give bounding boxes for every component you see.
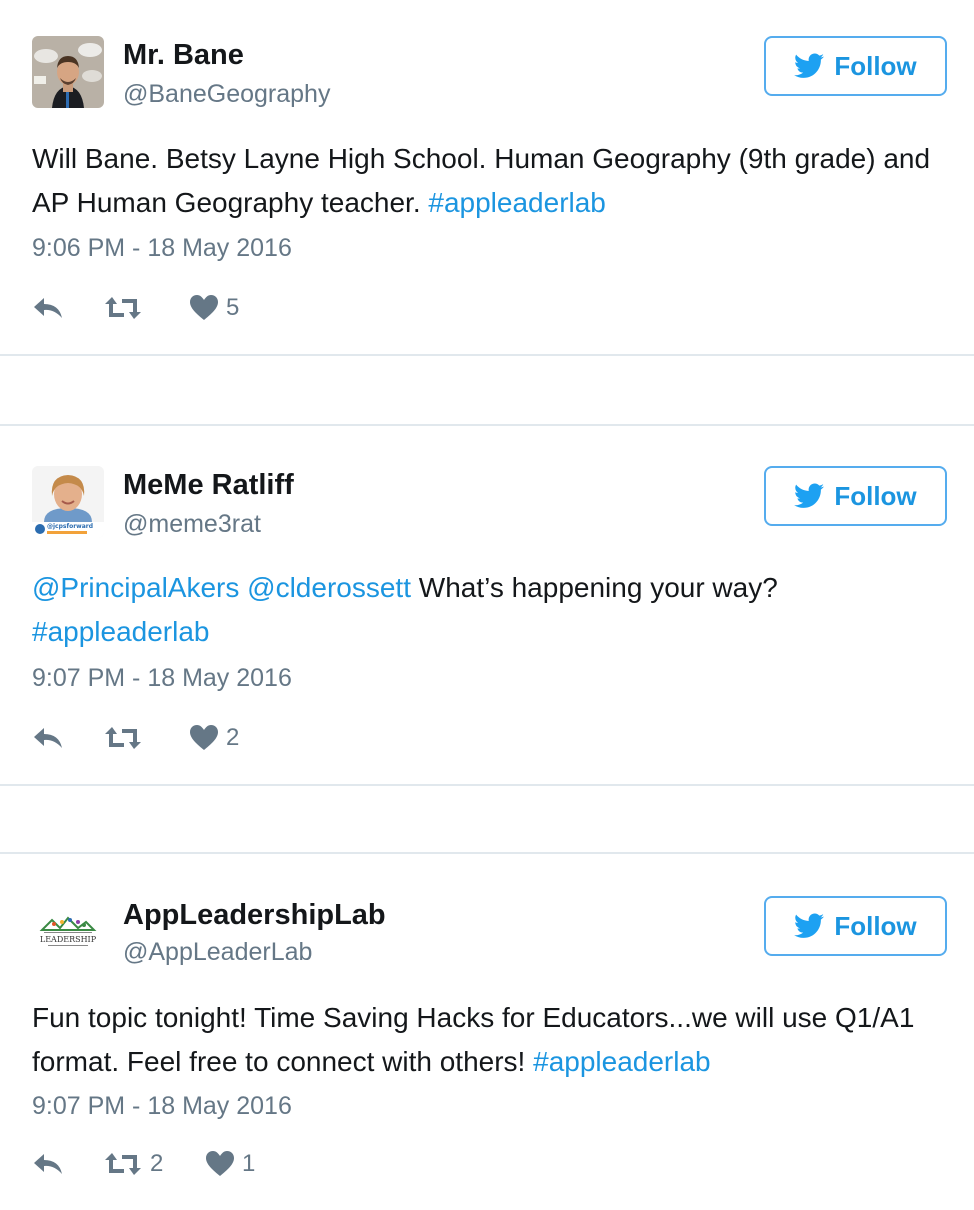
- tweet-text-segment: What’s happening your way?: [410, 572, 778, 603]
- reply-button[interactable]: [32, 726, 104, 750]
- like-count: 5: [226, 294, 240, 321]
- tweet-card: Mr. Bane @BaneGeography Follow Will Bane…: [0, 0, 974, 354]
- leadership-logo-icon: LEADERSHIP: [32, 898, 104, 970]
- avatar-badge-text: @jcpsforward: [47, 523, 93, 530]
- tweet-card: @jcpsforward MeMe Ratliff @meme3rat Foll…: [0, 426, 974, 784]
- tweet-text-segment: [239, 572, 247, 603]
- mention-link[interactable]: @PrincipalAkers: [32, 572, 239, 603]
- retweet-icon: [105, 727, 141, 749]
- display-name[interactable]: Mr. Bane: [123, 39, 244, 72]
- hashtag-link[interactable]: #appleaderlab: [32, 616, 210, 647]
- like-count: 2: [226, 724, 240, 751]
- tweet-card: LEADERSHIP AppLeadershipLab @AppLeaderLa…: [0, 854, 974, 1210]
- tweet-timestamp[interactable]: 9:07 PM - 18 May 2016: [32, 664, 292, 693]
- reply-button[interactable]: [32, 296, 104, 320]
- heart-icon: [206, 1151, 234, 1176]
- follow-label: Follow: [834, 50, 917, 81]
- hashtag-link[interactable]: #appleaderlab: [533, 1046, 711, 1077]
- logo-text: LEADERSHIP: [40, 935, 97, 944]
- retweet-button[interactable]: [104, 725, 190, 751]
- tweet-text: Will Bane. Betsy Layne High School. Huma…: [32, 137, 942, 225]
- avatar[interactable]: [32, 36, 104, 108]
- user-handle[interactable]: @BaneGeography: [123, 80, 330, 109]
- retweet-icon: [105, 297, 141, 319]
- heart-icon: [190, 725, 218, 750]
- heart-icon: [190, 295, 218, 320]
- tweet-text: Fun topic tonight! Time Saving Hacks for…: [32, 996, 942, 1084]
- reply-icon: [34, 1154, 62, 1174]
- avatar[interactable]: LEADERSHIP: [32, 898, 104, 970]
- user-handle[interactable]: @AppLeaderLab: [123, 938, 312, 967]
- follow-button[interactable]: Follow: [764, 466, 947, 526]
- tweet-actions: 5: [32, 290, 239, 326]
- reply-button[interactable]: [32, 1152, 104, 1176]
- mention-link[interactable]: @clderossett: [247, 572, 411, 603]
- follow-button[interactable]: Follow: [764, 36, 947, 96]
- person-photo-icon: @jcpsforward: [32, 466, 104, 538]
- like-button[interactable]: 5: [190, 294, 239, 322]
- tweet-actions: 2: [32, 720, 239, 756]
- tweet-text-segment: Fun topic tonight! Time Saving Hacks for…: [32, 1002, 915, 1077]
- reply-icon: [34, 728, 62, 748]
- tweet-actions: 2 1: [32, 1146, 255, 1182]
- like-button[interactable]: 2: [190, 724, 239, 752]
- like-count: 1: [242, 1150, 256, 1177]
- twitter-bird-icon: [794, 913, 825, 938]
- tweet-timestamp[interactable]: 9:06 PM - 18 May 2016: [32, 234, 292, 263]
- hashtag-link[interactable]: #appleaderlab: [428, 187, 606, 218]
- retweet-button[interactable]: 2: [104, 1150, 206, 1178]
- tweet-text: @PrincipalAkers @clderossett What’s happ…: [32, 566, 942, 654]
- tweet-divider: [0, 354, 974, 356]
- retweet-button[interactable]: [104, 295, 190, 321]
- like-button[interactable]: 1: [206, 1150, 255, 1178]
- follow-label: Follow: [834, 480, 917, 511]
- tweet-timestamp[interactable]: 9:07 PM - 18 May 2016: [32, 1092, 292, 1121]
- person-photo-icon: [32, 36, 104, 108]
- tweet-divider: [0, 784, 974, 786]
- reply-icon: [34, 298, 62, 318]
- retweet-count: 2: [150, 1150, 164, 1177]
- avatar[interactable]: @jcpsforward: [32, 466, 104, 538]
- twitter-bird-icon: [794, 53, 825, 78]
- display-name[interactable]: MeMe Ratliff: [123, 469, 294, 502]
- retweet-icon: [105, 1153, 141, 1175]
- user-handle[interactable]: @meme3rat: [123, 510, 261, 539]
- twitter-bird-icon: [794, 483, 825, 508]
- follow-button[interactable]: Follow: [764, 896, 947, 956]
- follow-label: Follow: [834, 910, 917, 941]
- display-name[interactable]: AppLeadershipLab: [123, 899, 386, 932]
